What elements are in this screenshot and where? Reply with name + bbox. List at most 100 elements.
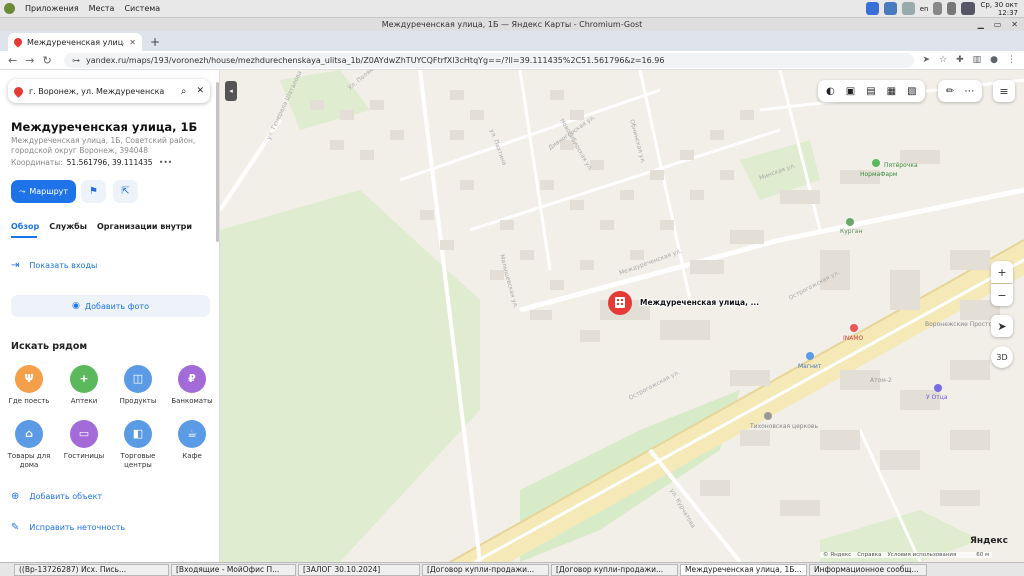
share-button[interactable]: ⇱ xyxy=(113,180,138,203)
zoom-in-button[interactable]: + xyxy=(991,261,1013,283)
category-home-goods[interactable]: ⌂ Товары для дома xyxy=(5,420,53,469)
url-text[interactable]: yandex.ru/maps/193/voronezh/house/mezhdu… xyxy=(86,56,664,65)
menu-places[interactable]: Места xyxy=(89,4,115,13)
map-view[interactable]: Острогожская ул. Острогожская ул. ул. Ге… xyxy=(220,70,1024,562)
map-menu-button[interactable]: ≡ xyxy=(993,80,1015,102)
panorama-icon[interactable]: ▣ xyxy=(846,86,855,97)
zoom-out-button[interactable]: − xyxy=(991,284,1013,306)
coordinates-more-button[interactable]: ••• xyxy=(159,158,172,167)
tab-organizations[interactable]: Организации внутри xyxy=(97,222,192,231)
search-icon[interactable]: ⌕ xyxy=(181,86,187,97)
category-groceries[interactable]: ◫ Продукты xyxy=(114,365,162,406)
bookmark-button[interactable]: ⚑ xyxy=(81,180,106,203)
collapse-panel-button[interactable]: ◂ xyxy=(225,81,237,101)
traffic-icon[interactable]: ▧ xyxy=(907,86,916,97)
taskbar-item-7[interactable]: Информационное сообщ... xyxy=(809,563,927,576)
bus-icon[interactable]: ▤ xyxy=(866,86,875,97)
place-panel: г. Воронеж, ул. Междуреченска ⌕ ✕ Междур… xyxy=(0,70,220,562)
poi-pyaterochka[interactable]: Пятёрочка xyxy=(884,162,918,169)
poi-inamo[interactable]: INAMO xyxy=(843,335,864,342)
browser-tab[interactable]: Междуреченская улица, 1Б ✕ xyxy=(8,33,142,51)
add-photo-button[interactable]: ◉ Добавить фото xyxy=(11,295,210,317)
network-icon[interactable] xyxy=(947,2,957,15)
taskbar-item-1[interactable]: ((Вр-13726287) Исх. Пись... xyxy=(14,563,169,576)
route-label: Маршрут xyxy=(29,187,69,196)
poi-magnit[interactable]: Магнит xyxy=(798,363,822,370)
map-pin-label[interactable]: Междуреченская улица, ... xyxy=(639,297,760,308)
category-cafe[interactable]: ☕ Кафе xyxy=(168,420,216,461)
address-bar[interactable]: ⊶ yandex.ru/maps/193/voronezh/house/mezh… xyxy=(64,52,915,68)
3d-label: 3D xyxy=(996,352,1008,362)
system-logo-icon[interactable] xyxy=(4,3,15,14)
extensions-icon[interactable]: ✚ xyxy=(956,55,964,65)
send-icon[interactable]: ➤ xyxy=(922,55,930,65)
taskbar: ((Вр-13726287) Исх. Пись... [Входящие - … xyxy=(0,562,1024,576)
vk-icon[interactable] xyxy=(883,2,897,15)
taskbar-item-6[interactable]: Междуреченская улица, 1Б... xyxy=(680,563,807,576)
transport-icon[interactable]: ▦ xyxy=(887,86,896,97)
menu-applications[interactable]: Приложения xyxy=(25,4,79,13)
search-box[interactable]: г. Воронеж, ул. Междуреченска ⌕ ✕ xyxy=(8,79,210,103)
poi-normafarm[interactable]: НормаФарм xyxy=(860,171,897,178)
browser-menu-icon[interactable]: ⋮ xyxy=(1007,55,1016,65)
keyboard-icon[interactable] xyxy=(901,2,915,15)
category-hotels[interactable]: ▭ Гостиницы xyxy=(60,420,108,461)
show-entrances-link[interactable]: ⇥ Показать входы xyxy=(11,260,97,271)
poi-u-otsa[interactable]: У Отца xyxy=(926,394,948,401)
new-tab-icon[interactable]: + xyxy=(150,33,160,51)
taskbar-item-2[interactable]: [Входящие - МойОфис П... xyxy=(171,563,296,576)
3d-button[interactable]: 3D xyxy=(991,346,1013,368)
site-info-icon[interactable]: ⊶ xyxy=(72,56,80,65)
shield-icon[interactable] xyxy=(865,2,879,15)
poi-church[interactable]: Тихоновская церковь xyxy=(749,423,818,430)
category-malls[interactable]: ◧ Торговые центры xyxy=(114,420,162,469)
help-link[interactable]: Справка xyxy=(857,552,881,558)
poi-kurgan[interactable]: Курган xyxy=(840,228,862,235)
category-food-label: Где поесть xyxy=(8,397,50,405)
route-button[interactable]: ⤳ Маршрут xyxy=(11,180,76,203)
category-pharmacy[interactable]: + Аптеки xyxy=(60,365,108,406)
ruler-icon[interactable]: ✏ xyxy=(946,86,954,97)
active-tab-indicator xyxy=(11,236,37,238)
terms-link[interactable]: Условия использования xyxy=(887,552,956,558)
tab-overview[interactable]: Обзор xyxy=(11,222,39,231)
reload-icon[interactable]: ↻ xyxy=(42,54,51,67)
map-canvas[interactable]: Острогожская ул. Острогожская ул. ул. Ге… xyxy=(220,70,1024,562)
layers-icon[interactable]: ◐ xyxy=(826,86,835,97)
maximize-icon[interactable]: ▭ xyxy=(994,18,1002,31)
more-tools-icon[interactable]: ⋯ xyxy=(964,86,974,97)
language-indicator[interactable]: en xyxy=(920,5,929,13)
category-food[interactable]: Ψ Где поесть xyxy=(5,365,53,406)
taskbar-item-4[interactable]: [Договор купли-продажи... xyxy=(422,563,549,576)
clock[interactable]: Ср, 30 окт 12:37 xyxy=(980,1,1018,17)
volume-icon[interactable] xyxy=(933,2,943,15)
close-icon[interactable]: ✕ xyxy=(1011,18,1018,31)
bookmark-star-icon[interactable]: ☆ xyxy=(939,55,947,65)
taskbar-item-3[interactable]: [ЗАЛОГ 30.10.2024] xyxy=(298,563,420,576)
category-atm[interactable]: ₽ Банкоматы xyxy=(168,365,216,406)
poi-atom-2[interactable]: Атом-2 xyxy=(870,377,892,384)
window-controls: ▁ ▭ ✕ xyxy=(978,18,1018,31)
profile-icon[interactable]: ● xyxy=(990,55,998,65)
fix-error-link[interactable]: ✎ Исправить неточность xyxy=(11,522,125,533)
forward-icon[interactable]: → xyxy=(25,54,34,67)
hamburger-icon: ≡ xyxy=(999,84,1009,98)
sidebar-icon[interactable]: ▥ xyxy=(973,55,982,65)
search-input[interactable]: г. Воронеж, ул. Междуреченска xyxy=(29,87,175,96)
geolocation-button[interactable]: ➤ xyxy=(991,315,1013,337)
clear-search-icon[interactable]: ✕ xyxy=(196,86,204,96)
minimize-icon[interactable]: ▁ xyxy=(978,18,984,31)
place-tabs: Обзор Службы Организации внутри xyxy=(11,222,192,231)
location-pin-icon xyxy=(12,84,25,98)
taskbar-item-5[interactable]: [Договор купли-продажи... xyxy=(551,563,678,576)
back-icon[interactable]: ← xyxy=(8,54,17,67)
coordinates-value[interactable]: 51.561796, 39.111435 xyxy=(67,158,153,167)
poi-voronezh-prostory[interactable]: Воронежские Просторы xyxy=(925,321,1001,328)
add-object-link[interactable]: ⊕ Добавить объект xyxy=(11,491,102,502)
panel-scrollbar[interactable] xyxy=(216,82,219,242)
display-icon[interactable] xyxy=(961,2,976,15)
tab-close-icon[interactable]: ✕ xyxy=(129,38,136,47)
show-entrances-label: Показать входы xyxy=(29,261,98,270)
menu-system[interactable]: Система xyxy=(124,4,160,13)
tab-services[interactable]: Службы xyxy=(49,222,87,231)
